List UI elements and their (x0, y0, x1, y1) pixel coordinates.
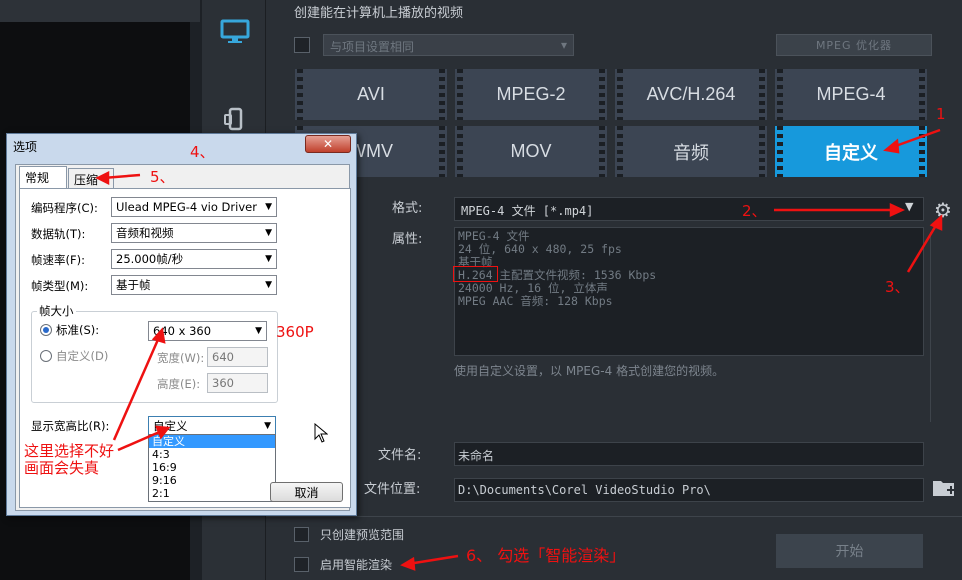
annotation-label: 360P (276, 323, 314, 341)
annotation-label: 4、 (190, 143, 215, 161)
annotation-label: 2、 (742, 202, 767, 220)
annotation-label: 1 (936, 105, 946, 123)
annotation-label: 3、 (885, 278, 910, 296)
annotation-arrows (95, 128, 943, 571)
annotation-label: 画面会失真 (24, 459, 100, 477)
annotation-label: 6、 勾选「智能渲染」 (466, 546, 626, 565)
annotation-label: 5、 (150, 168, 175, 186)
